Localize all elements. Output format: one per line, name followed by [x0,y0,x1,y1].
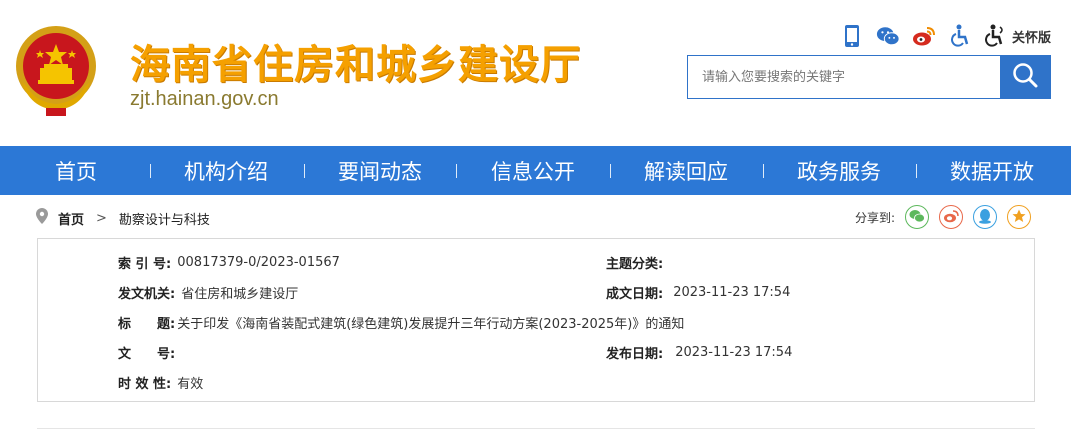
info-row-validity: 时 效 性: 有效 [118,373,203,392]
published-date-value: 2023-11-23 17:54 [675,345,793,360]
title-value: 关于印发《海南省装配式建筑(绿色建筑)发展提升三年行动方案(2023-2025年… [177,317,685,332]
breadcrumb-row: 首页 > 勘察设计与科技 分享到: [0,195,1071,238]
search-input[interactable] [688,56,1000,98]
breadcrumb-home[interactable]: 首页 [58,209,84,228]
search-box [687,55,1051,99]
mobile-icon[interactable] [840,24,864,48]
issuer-value: 省住房和城乡建设厅 [181,287,299,302]
info-row-index: 索 引 号: 00817379-0/2023-01567 [118,253,340,272]
nav-divider [916,164,917,178]
info-row-docno: 文 号: [118,343,181,362]
location-pin-icon [36,208,48,228]
document-info-box: 索 引 号: 00817379-0/2023-01567 主题分类: 发文机关:… [37,238,1035,402]
nav-divider [456,164,457,178]
breadcrumb-current[interactable]: 勘察设计与科技 [119,209,210,228]
nav-item-home[interactable]: 首页 [38,146,114,195]
nav-divider [610,164,611,178]
nav-item-interpretation[interactable]: 解读回应 [636,146,736,195]
nav-item-open-data[interactable]: 数据开放 [942,146,1042,195]
nav-divider [763,164,764,178]
search-icon [1011,61,1039,93]
share-qzone-button[interactable] [1007,205,1031,229]
star-icon [1012,209,1026,226]
share-wechat-button[interactable] [905,205,929,229]
site-title: 海南省住房和城乡建设厅 [130,41,581,88]
wechat-icon[interactable] [876,24,900,48]
wechat-icon [909,209,925,226]
divider [37,428,1035,429]
info-row-subject: 主题分类: [606,253,669,272]
main-nav: 首页 机构介绍 要闻动态 信息公开 解读回应 政务服务 数据开放 [0,146,1071,195]
info-row-title: 标 题: 关于印发《海南省装配式建筑(绿色建筑)发展提升三年行动方案(2023-… [118,313,684,332]
index-value: 00817379-0/2023-01567 [177,255,340,270]
share-bar: 分享到: [855,205,1031,229]
share-label: 分享到: [854,210,895,225]
care-mode-label[interactable]: 关怀版 [1012,27,1051,46]
header-tools: 关怀版 [840,24,1051,48]
doc-number-label: 文 号: [118,347,176,362]
title-label: 标 题: [118,317,176,332]
nav-item-disclosure[interactable]: 信息公开 [483,146,583,195]
info-row-published: 发布日期: 2023-11-23 17:54 [606,343,792,362]
created-date-label: 成文日期: [606,287,664,302]
validity-label: 时 效 性: [118,377,172,392]
nav-item-services[interactable]: 政务服务 [789,146,889,195]
nav-item-news[interactable]: 要闻动态 [330,146,430,195]
weibo-icon[interactable] [912,24,936,48]
share-weibo-button[interactable] [939,205,963,229]
national-emblem-icon [10,22,102,118]
site-header: 海南省住房和城乡建设厅 zjt.hainan.gov.cn 关怀版 [0,0,1071,146]
issuer-label: 发文机关: [118,287,176,302]
info-row-issuer: 发文机关: 省住房和城乡建设厅 [118,283,298,302]
subject-label: 主题分类: [606,257,664,272]
qq-icon [978,208,992,227]
search-button[interactable] [1000,56,1050,98]
breadcrumb: 首页 > 勘察设计与科技 [36,208,210,228]
index-label: 索 引 号: [118,257,172,272]
validity-value: 有效 [177,377,204,392]
accessibility-icon[interactable] [948,24,972,48]
site-domain: zjt.hainan.gov.cn [130,88,279,110]
breadcrumb-separator: > [96,210,107,226]
care-mode-icon[interactable] [984,24,1008,48]
weibo-icon [943,209,959,226]
share-qq-button[interactable] [973,205,997,229]
nav-divider [304,164,305,178]
published-date-label: 发布日期: [606,347,664,362]
info-row-created: 成文日期: 2023-11-23 17:54 [606,283,790,302]
created-date-value: 2023-11-23 17:54 [673,285,791,300]
nav-item-about[interactable]: 机构介绍 [176,146,276,195]
nav-divider [150,164,151,178]
